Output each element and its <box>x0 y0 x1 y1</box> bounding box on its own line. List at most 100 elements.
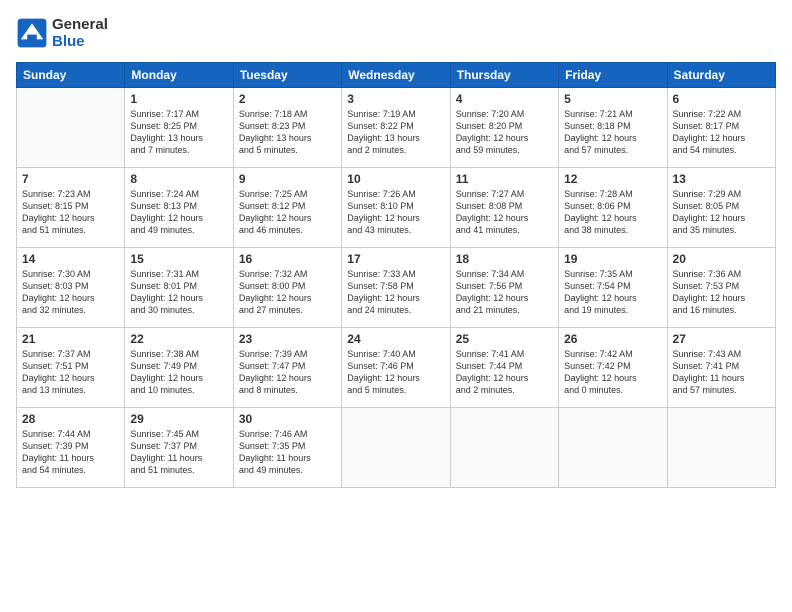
sunrise-text: Sunrise: 7:23 AM <box>22 189 91 199</box>
sunrise-text: Sunrise: 7:39 AM <box>239 349 308 359</box>
daylight-minutes: and 35 minutes. <box>673 225 737 235</box>
daylight-label: Daylight: 12 hours <box>130 213 203 223</box>
sunset-text: Sunset: 8:18 PM <box>564 121 631 131</box>
daylight-label: Daylight: 12 hours <box>673 133 746 143</box>
day-number: 1 <box>130 92 227 106</box>
sunrise-text: Sunrise: 7:36 AM <box>673 269 742 279</box>
sunrise-text: Sunrise: 7:21 AM <box>564 109 633 119</box>
cell-info: Sunrise: 7:25 AMSunset: 8:12 PMDaylight:… <box>239 188 336 237</box>
daylight-label: Daylight: 12 hours <box>673 213 746 223</box>
sunrise-text: Sunrise: 7:18 AM <box>239 109 308 119</box>
cell-info: Sunrise: 7:46 AMSunset: 7:35 PMDaylight:… <box>239 428 336 477</box>
daylight-minutes: and 54 minutes. <box>673 145 737 155</box>
daylight-label: Daylight: 11 hours <box>22 453 94 463</box>
cell-info: Sunrise: 7:32 AMSunset: 8:00 PMDaylight:… <box>239 268 336 317</box>
weekday-header-row: SundayMondayTuesdayWednesdayThursdayFrid… <box>17 63 776 88</box>
sunrise-text: Sunrise: 7:37 AM <box>22 349 91 359</box>
calendar-cell: 15Sunrise: 7:31 AMSunset: 8:01 PMDayligh… <box>125 248 233 328</box>
day-number: 29 <box>130 412 227 426</box>
weekday-header-thursday: Thursday <box>450 63 558 88</box>
daylight-label: Daylight: 12 hours <box>22 373 95 383</box>
sunset-text: Sunset: 8:25 PM <box>130 121 197 131</box>
daylight-label: Daylight: 12 hours <box>564 213 637 223</box>
calendar-cell <box>17 88 125 168</box>
week-row-3: 21 Sunrise: 7:37 AM Sunset: 7:51 PM Dayligh… <box>17 328 776 408</box>
sunset-text: Sunset: 7:44 PM <box>456 361 523 371</box>
calendar-cell <box>667 408 775 488</box>
daylight-minutes: and 2 minutes. <box>347 145 406 155</box>
cell-info: Sunrise: 7:42 AM Sunset: 7:42 PM Daylight:… <box>564 348 661 397</box>
daylight-minutes: and 51 minutes. <box>22 225 86 235</box>
daylight-minutes: and 24 minutes. <box>347 305 411 315</box>
sunset-text: Sunset: 8:01 PM <box>130 281 197 291</box>
sunset-text: Sunset: 7:46 PM <box>347 361 414 371</box>
weekday-header-monday: Monday <box>125 63 233 88</box>
weekday-header-sunday: Sunday <box>17 63 125 88</box>
daylight-label: Daylight: 12 hours <box>673 293 746 303</box>
sunrise-text: Sunrise: 7:38 AM <box>130 349 199 359</box>
cell-info: Sunrise: 7:37 AM Sunset: 7:51 PM Daylight:… <box>22 348 119 397</box>
daylight-label: Daylight: 13 hours <box>347 133 420 143</box>
cell-info: Sunrise: 7:33 AMSunset: 7:58 PMDaylight:… <box>347 268 444 317</box>
daylight-label: Daylight: 12 hours <box>564 373 637 383</box>
day-number: 18 <box>456 252 553 266</box>
day-number: 24 <box>347 332 444 346</box>
sunrise-text: Sunrise: 7:46 AM <box>239 429 308 439</box>
sunrise-text: Sunrise: 7:42 AM <box>564 349 633 359</box>
calendar-cell: 30Sunrise: 7:46 AMSunset: 7:35 PMDayligh… <box>233 408 341 488</box>
daylight-label: Daylight: 11 hours <box>239 453 311 463</box>
day-number: 23 <box>239 332 336 346</box>
daylight-minutes: and 38 minutes. <box>564 225 628 235</box>
sunset-text: Sunset: 7:58 PM <box>347 281 414 291</box>
daylight-minutes: and 16 minutes. <box>673 305 737 315</box>
calendar-cell: 14Sunrise: 7:30 AMSunset: 8:03 PMDayligh… <box>17 248 125 328</box>
sunrise-text: Sunrise: 7:17 AM <box>130 109 199 119</box>
daylight-label: Daylight: 12 hours <box>239 373 312 383</box>
daylight-minutes: and 13 minutes. <box>22 385 86 395</box>
sunrise-text: Sunrise: 7:22 AM <box>673 109 742 119</box>
sunset-text: Sunset: 8:10 PM <box>347 201 414 211</box>
day-number: 8 <box>130 172 227 186</box>
daylight-label: Daylight: 12 hours <box>130 293 203 303</box>
week-row-4: 28Sunrise: 7:44 AMSunset: 7:39 PMDayligh… <box>17 408 776 488</box>
day-number: 28 <box>22 412 119 426</box>
daylight-minutes: and 49 minutes. <box>239 465 303 475</box>
daylight-label: Daylight: 12 hours <box>456 293 529 303</box>
sunset-text: Sunset: 7:42 PM <box>564 361 631 371</box>
calendar-cell: 23Sunrise: 7:39 AMSunset: 7:47 PMDayligh… <box>233 328 341 408</box>
sunset-text: Sunset: 8:00 PM <box>239 281 306 291</box>
daylight-label: Daylight: 12 hours <box>347 373 420 383</box>
day-number: 4 <box>456 92 553 106</box>
daylight-minutes: and 57 minutes. <box>673 385 737 395</box>
cell-info: Sunrise: 7:18 AMSunset: 8:23 PMDaylight:… <box>239 108 336 157</box>
calendar-cell: 1Sunrise: 7:17 AMSunset: 8:25 PMDaylight… <box>125 88 233 168</box>
daylight-minutes: and 2 minutes. <box>456 385 515 395</box>
sunset-text: Sunset: 8:15 PM <box>22 201 89 211</box>
cell-info: Sunrise: 7:26 AMSunset: 8:10 PMDaylight:… <box>347 188 444 237</box>
page: General Blue SundayMondayTuesdayWednesda… <box>0 0 792 612</box>
sunset-text: Sunset: 7:54 PM <box>564 281 631 291</box>
cell-info: Sunrise: 7:30 AMSunset: 8:03 PMDaylight:… <box>22 268 119 317</box>
cell-info: Sunrise: 7:21 AMSunset: 8:18 PMDaylight:… <box>564 108 661 157</box>
cell-info: Sunrise: 7:40 AMSunset: 7:46 PMDaylight:… <box>347 348 444 397</box>
logo-text: General Blue <box>52 16 108 50</box>
sunrise-text: Sunrise: 7:29 AM <box>673 189 742 199</box>
sunrise-text: Sunrise: 7:33 AM <box>347 269 416 279</box>
daylight-label: Daylight: 12 hours <box>456 213 529 223</box>
cell-info: Sunrise: 7:43 AMSunset: 7:41 PMDaylight:… <box>673 348 770 397</box>
day-number: 5 <box>564 92 661 106</box>
daylight-minutes: and 5 minutes. <box>347 385 406 395</box>
logo-icon <box>16 17 48 49</box>
day-number: 19 <box>564 252 661 266</box>
daylight-minutes: and 21 minutes. <box>456 305 520 315</box>
sunset-text: Sunset: 8:06 PM <box>564 201 631 211</box>
sunrise-text: Sunrise: 7:25 AM <box>239 189 308 199</box>
day-number: 21 <box>22 332 119 346</box>
calendar-cell: 6Sunrise: 7:22 AMSunset: 8:17 PMDaylight… <box>667 88 775 168</box>
cell-info: Sunrise: 7:24 AMSunset: 8:13 PMDaylight:… <box>130 188 227 237</box>
sunset-text: Sunset: 7:51 PM <box>22 361 89 371</box>
sunrise-text: Sunrise: 7:45 AM <box>130 429 199 439</box>
sunrise-text: Sunrise: 7:31 AM <box>130 269 199 279</box>
cell-info: Sunrise: 7:35 AMSunset: 7:54 PMDaylight:… <box>564 268 661 317</box>
daylight-minutes: and 49 minutes. <box>130 225 194 235</box>
